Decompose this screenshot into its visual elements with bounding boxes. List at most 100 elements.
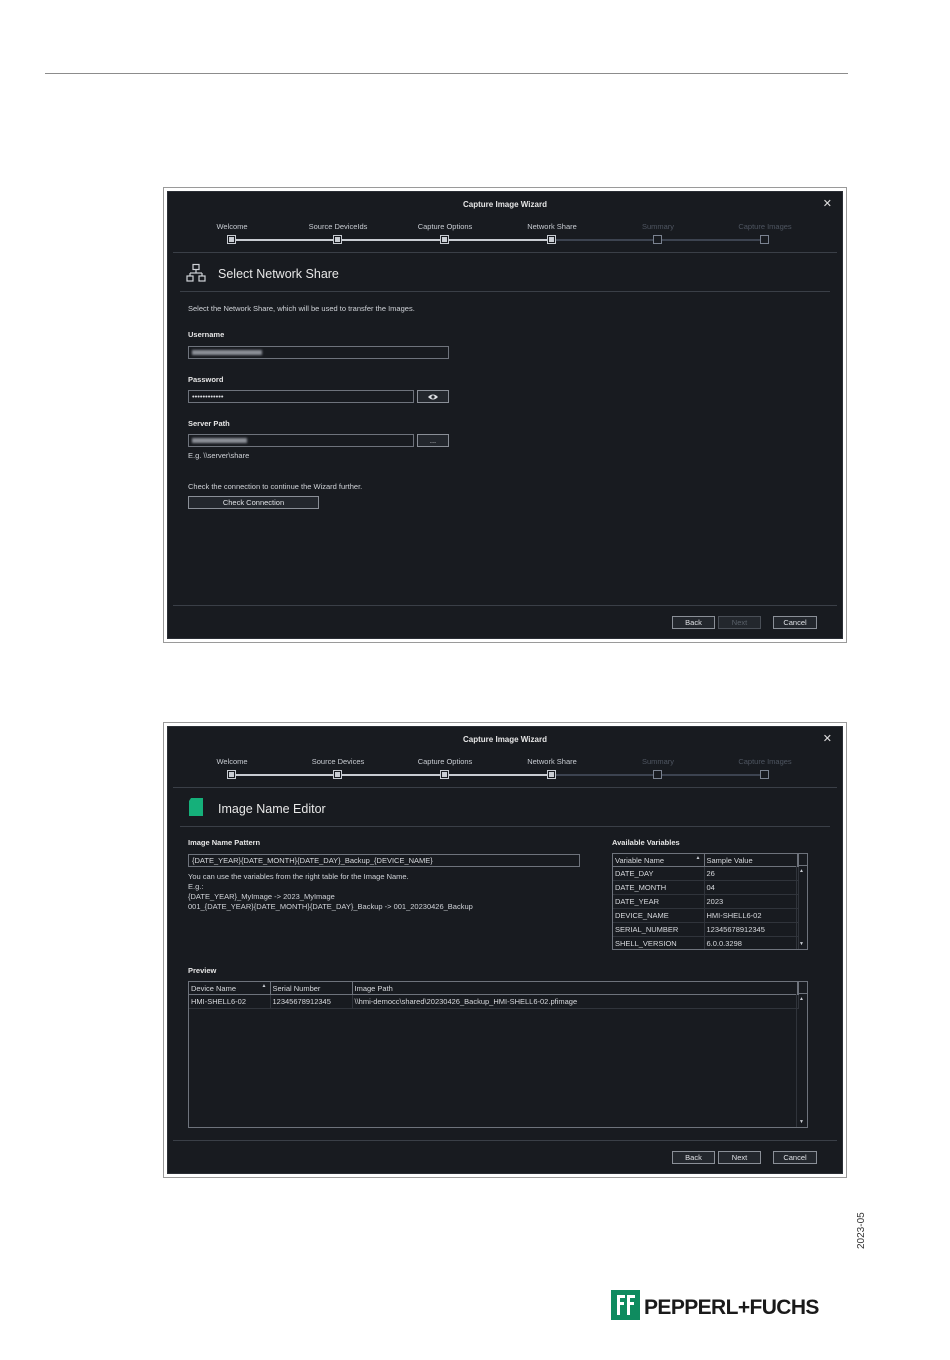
server-path-input[interactable] [188,434,414,447]
cancel-button[interactable]: Cancel [773,1151,817,1164]
step-marker [440,770,449,779]
check-hint: Check the connection to continue the Wiz… [188,482,363,491]
window-title: Capture Image Wizard [463,200,547,209]
show-password-button[interactable] [417,390,449,403]
preview-table[interactable]: Device Name ▲ Serial Number Image Path HM… [188,981,808,1128]
screenshot-image-name-editor: Capture Image Wizard ✕ Welcome Source De… [163,722,847,1178]
pattern-input[interactable]: {DATE_YEAR}{DATE_MONTH}{DATE_DAY}_Backup… [188,854,580,867]
check-connection-button[interactable]: Check Connection [188,496,319,509]
step-marker [227,770,236,779]
back-button[interactable]: Back [672,616,715,629]
redacted-value [192,350,262,356]
separator [173,1140,837,1141]
password-label: Password [188,375,224,384]
step-capture-images: Capture Images [738,757,792,766]
window-title: Capture Image Wizard [463,735,547,744]
file-icon [189,798,203,816]
server-path-hint: E.g. \\server\share [188,451,250,460]
separator [180,291,830,292]
step-marker [547,235,556,244]
pattern-label: Image Name Pattern [188,838,261,847]
server-path-label: Server Path [188,419,230,428]
separator [173,605,837,606]
progress-line-done [232,774,552,776]
back-button[interactable]: Back [672,1151,715,1164]
brand-name: PEPPERL+FUCHS [644,1296,819,1319]
help-text: 001_{DATE_YEAR}{DATE_MONTH}{DATE_DAY}_Ba… [188,902,473,911]
step-marker [653,770,662,779]
step-marker [227,235,236,244]
separator [173,252,837,253]
scroll-down-icon[interactable]: ▼ [799,1119,804,1125]
step-marker [760,770,769,779]
username-label: Username [188,330,225,339]
date-code: 2023-05 [856,1212,867,1249]
help-text: E.g.: [188,882,204,891]
intro-text: Select the Network Share, which will be … [188,304,415,313]
table-row[interactable]: SERIAL_NUMBER 12345678912345 [613,922,799,937]
sort-up-icon: ▲ [695,855,701,861]
password-input[interactable]: •••••••••••• [188,390,414,403]
column-header[interactable]: Sample Value [704,854,799,867]
table-row[interactable]: DATE_YEAR 2023 [613,894,799,909]
wizard-window: Capture Image Wizard ✕ Welcome Source De… [167,191,843,639]
redacted-value [192,438,247,444]
title-bar: Capture Image Wizard ✕ [168,192,842,218]
table-row[interactable]: DEVICE_NAME HMI-SHELL6-02 [613,908,799,923]
wizard-window: Capture Image Wizard ✕ Welcome Source De… [167,726,843,1174]
step-source: Source Devices [311,757,365,766]
separator [173,787,837,788]
page-title: Image Name Editor [218,802,326,816]
column-header[interactable]: Image Path [352,982,799,995]
scroll-down-icon[interactable]: ▼ [799,941,804,947]
step-welcome: Welcome [216,757,248,766]
step-marker [653,235,662,244]
vertical-scrollbar[interactable]: ▲ ▼ [796,866,807,949]
step-capture-images: Capture Images [738,222,792,231]
next-button[interactable]: Next [718,1151,761,1164]
close-icon[interactable]: ✕ [823,732,832,745]
screenshot-network-share: Capture Image Wizard ✕ Welcome Source De… [163,187,847,643]
scroll-up-icon[interactable]: ▲ [799,996,804,1002]
eye-icon [428,394,438,400]
progress-line-done [232,239,552,241]
table-row[interactable]: DATE_DAY 26 [613,866,799,881]
close-icon[interactable]: ✕ [823,197,832,210]
column-header[interactable]: Variable Name ▲ [613,854,705,867]
step-marker [547,770,556,779]
step-capture-options: Capture Options [417,757,473,766]
help-text: {DATE_YEAR}_MyImage -> 2023_MyImage [188,892,335,901]
step-welcome: Welcome [216,222,248,231]
scroll-up-icon[interactable]: ▲ [799,868,804,874]
column-header[interactable]: Serial Number [270,982,353,995]
username-input[interactable] [188,346,449,359]
variables-label: Available Variables [612,838,680,847]
browse-button[interactable]: ... [417,434,449,447]
separator [180,826,830,827]
step-marker [760,235,769,244]
step-network-share: Network Share [527,757,577,766]
variables-table[interactable]: Variable Name ▲ Sample Value DATE_DAY 26 D… [612,853,808,950]
sort-up-icon: ▲ [261,983,267,989]
vertical-scrollbar[interactable]: ▲ ▼ [796,994,807,1127]
wizard-steps: Welcome Source DeviceIds Capture Options… [168,220,842,246]
title-bar: Capture Image Wizard ✕ [168,727,842,753]
cancel-button[interactable]: Cancel [773,616,817,629]
next-button[interactable]: Next [718,616,761,629]
step-network-share: Network Share [527,222,577,231]
step-marker [333,235,342,244]
wizard-steps: Welcome Source Devices Capture Options N… [168,755,842,781]
step-source: Source DeviceIds [308,222,368,231]
table-row[interactable]: SHELL_VERSION 6.0.0.3298 [613,936,799,949]
step-marker [440,235,449,244]
column-header[interactable]: Device Name ▲ [189,982,271,995]
logo-mark-icon [611,1290,640,1320]
table-row[interactable]: HMI-SHELL6-02 12345678912345 \\hmi-democ… [189,994,799,1009]
step-capture-options: Capture Options [417,222,473,231]
table-row[interactable]: DATE_MONTH 04 [613,880,799,895]
header-corner [797,982,807,994]
step-marker [333,770,342,779]
header-corner [797,854,807,866]
network-icon [186,263,206,282]
top-rule [45,73,848,74]
